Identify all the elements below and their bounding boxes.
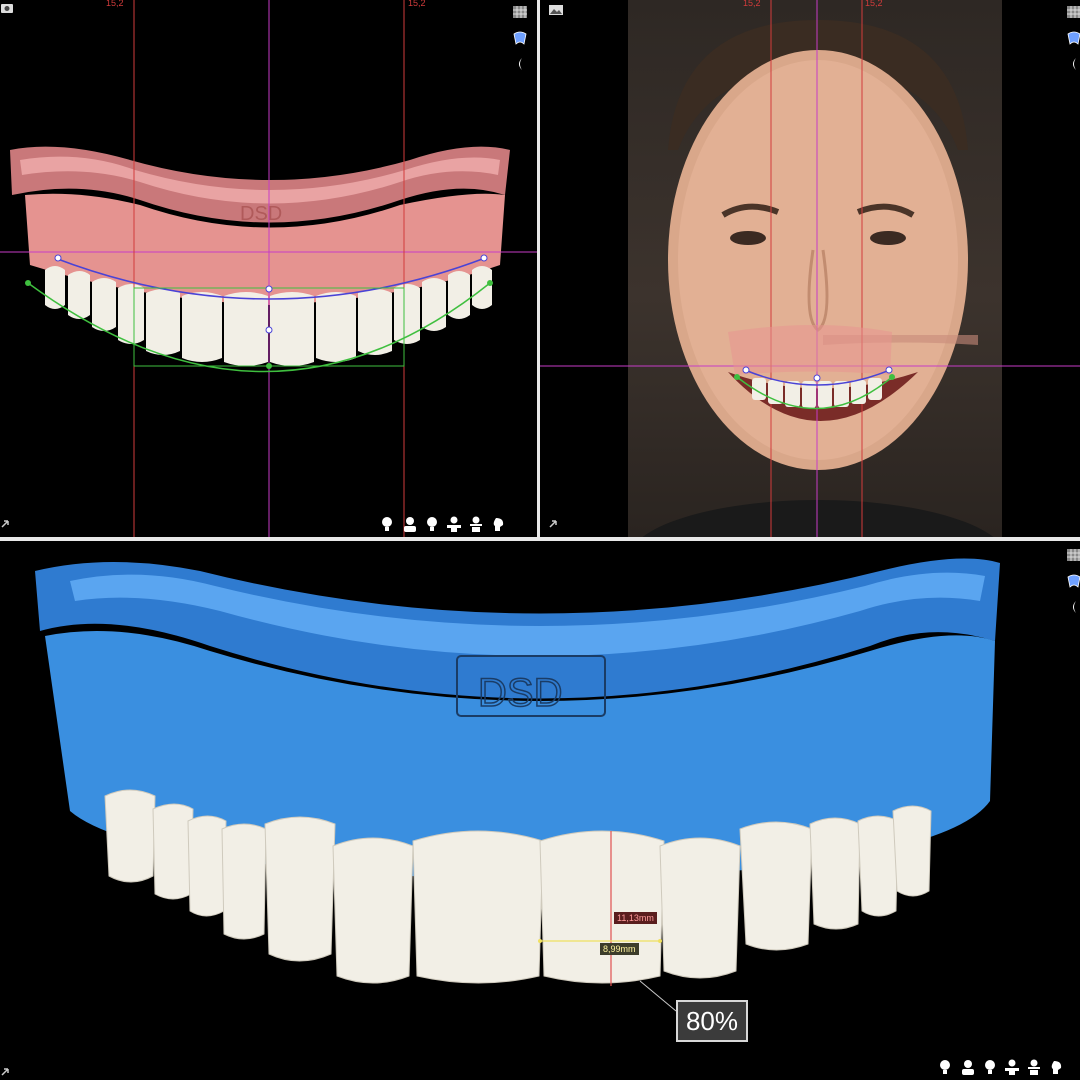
face-guides: [540, 0, 1080, 537]
ratio-badge: 80%: [676, 1000, 748, 1042]
torso-view-icon[interactable]: [1026, 1059, 1042, 1075]
control-point[interactable]: [480, 254, 488, 262]
control-point[interactable]: [54, 254, 62, 262]
front-view-icon[interactable]: [938, 1059, 954, 1075]
guide-label-right: 15,2: [865, 0, 883, 8]
control-point[interactable]: [885, 366, 893, 374]
ratio-leader-line: [639, 980, 677, 1012]
profile-view-icon[interactable]: [490, 516, 506, 532]
collapse-icon[interactable]: [0, 513, 16, 529]
collapse-icon[interactable]: [548, 513, 564, 529]
profile-view-icon[interactable]: [1048, 1059, 1064, 1075]
bust-view-icon[interactable]: [446, 516, 462, 532]
control-point[interactable]: [487, 280, 493, 286]
camera-icon[interactable]: [0, 0, 16, 16]
control-point[interactable]: [266, 363, 272, 369]
guide-label-left: 15,2: [743, 0, 761, 8]
viewport-3d-pink-model[interactable]: DSD 15,2 15,2: [0, 0, 537, 537]
control-point[interactable]: [734, 374, 740, 380]
tooth-model-icon[interactable]: [512, 30, 528, 46]
control-point[interactable]: [742, 366, 750, 374]
lip-icon[interactable]: [512, 56, 528, 72]
collapse-icon[interactable]: [0, 1061, 16, 1077]
control-point[interactable]: [813, 374, 821, 382]
image-icon[interactable]: [548, 2, 564, 18]
overlay-mockup: [728, 325, 892, 375]
pink-mockup-scene: DSD: [0, 0, 537, 537]
viewport-3d-blue-model[interactable]: DSD 11,13mm 8,99mm: [0, 541, 1080, 1080]
torso-view-icon[interactable]: [468, 516, 484, 532]
control-point[interactable]: [889, 374, 895, 380]
head-view-icon[interactable]: [402, 516, 418, 532]
view-preset-bar: [380, 516, 506, 532]
view-preset-bar: [938, 1059, 1064, 1075]
tooth-model-icon[interactable]: [1066, 573, 1080, 589]
blue-mockup-scene: DSD: [35, 558, 1000, 1012]
guide-label-right: 15,2: [408, 0, 426, 8]
tray-logo: DSD: [478, 671, 562, 715]
control-point[interactable]: [265, 285, 273, 293]
head-view-icon[interactable]: [960, 1059, 976, 1075]
lip-icon[interactable]: [1066, 599, 1080, 615]
tooth-model-icon[interactable]: [1066, 30, 1080, 46]
side-view-icon[interactable]: [982, 1059, 998, 1075]
tray-logo: DSD: [240, 203, 282, 225]
side-view-icon[interactable]: [424, 516, 440, 532]
control-point[interactable]: [25, 280, 31, 286]
length-measurement-label: 11,13mm: [614, 912, 657, 924]
lip-icon[interactable]: [1066, 56, 1080, 72]
control-point[interactable]: [265, 326, 273, 334]
bust-view-icon[interactable]: [1004, 1059, 1020, 1075]
guide-label-left: 15,2: [106, 0, 124, 8]
mesh-icon[interactable]: [1066, 4, 1080, 20]
mesh-icon[interactable]: [1066, 547, 1080, 563]
mesh-icon[interactable]: [512, 4, 528, 20]
width-measurement-label: 8,99mm: [600, 943, 639, 955]
front-view-icon[interactable]: [380, 516, 396, 532]
viewport-face-photo[interactable]: 15,2 15,2: [540, 0, 1080, 537]
